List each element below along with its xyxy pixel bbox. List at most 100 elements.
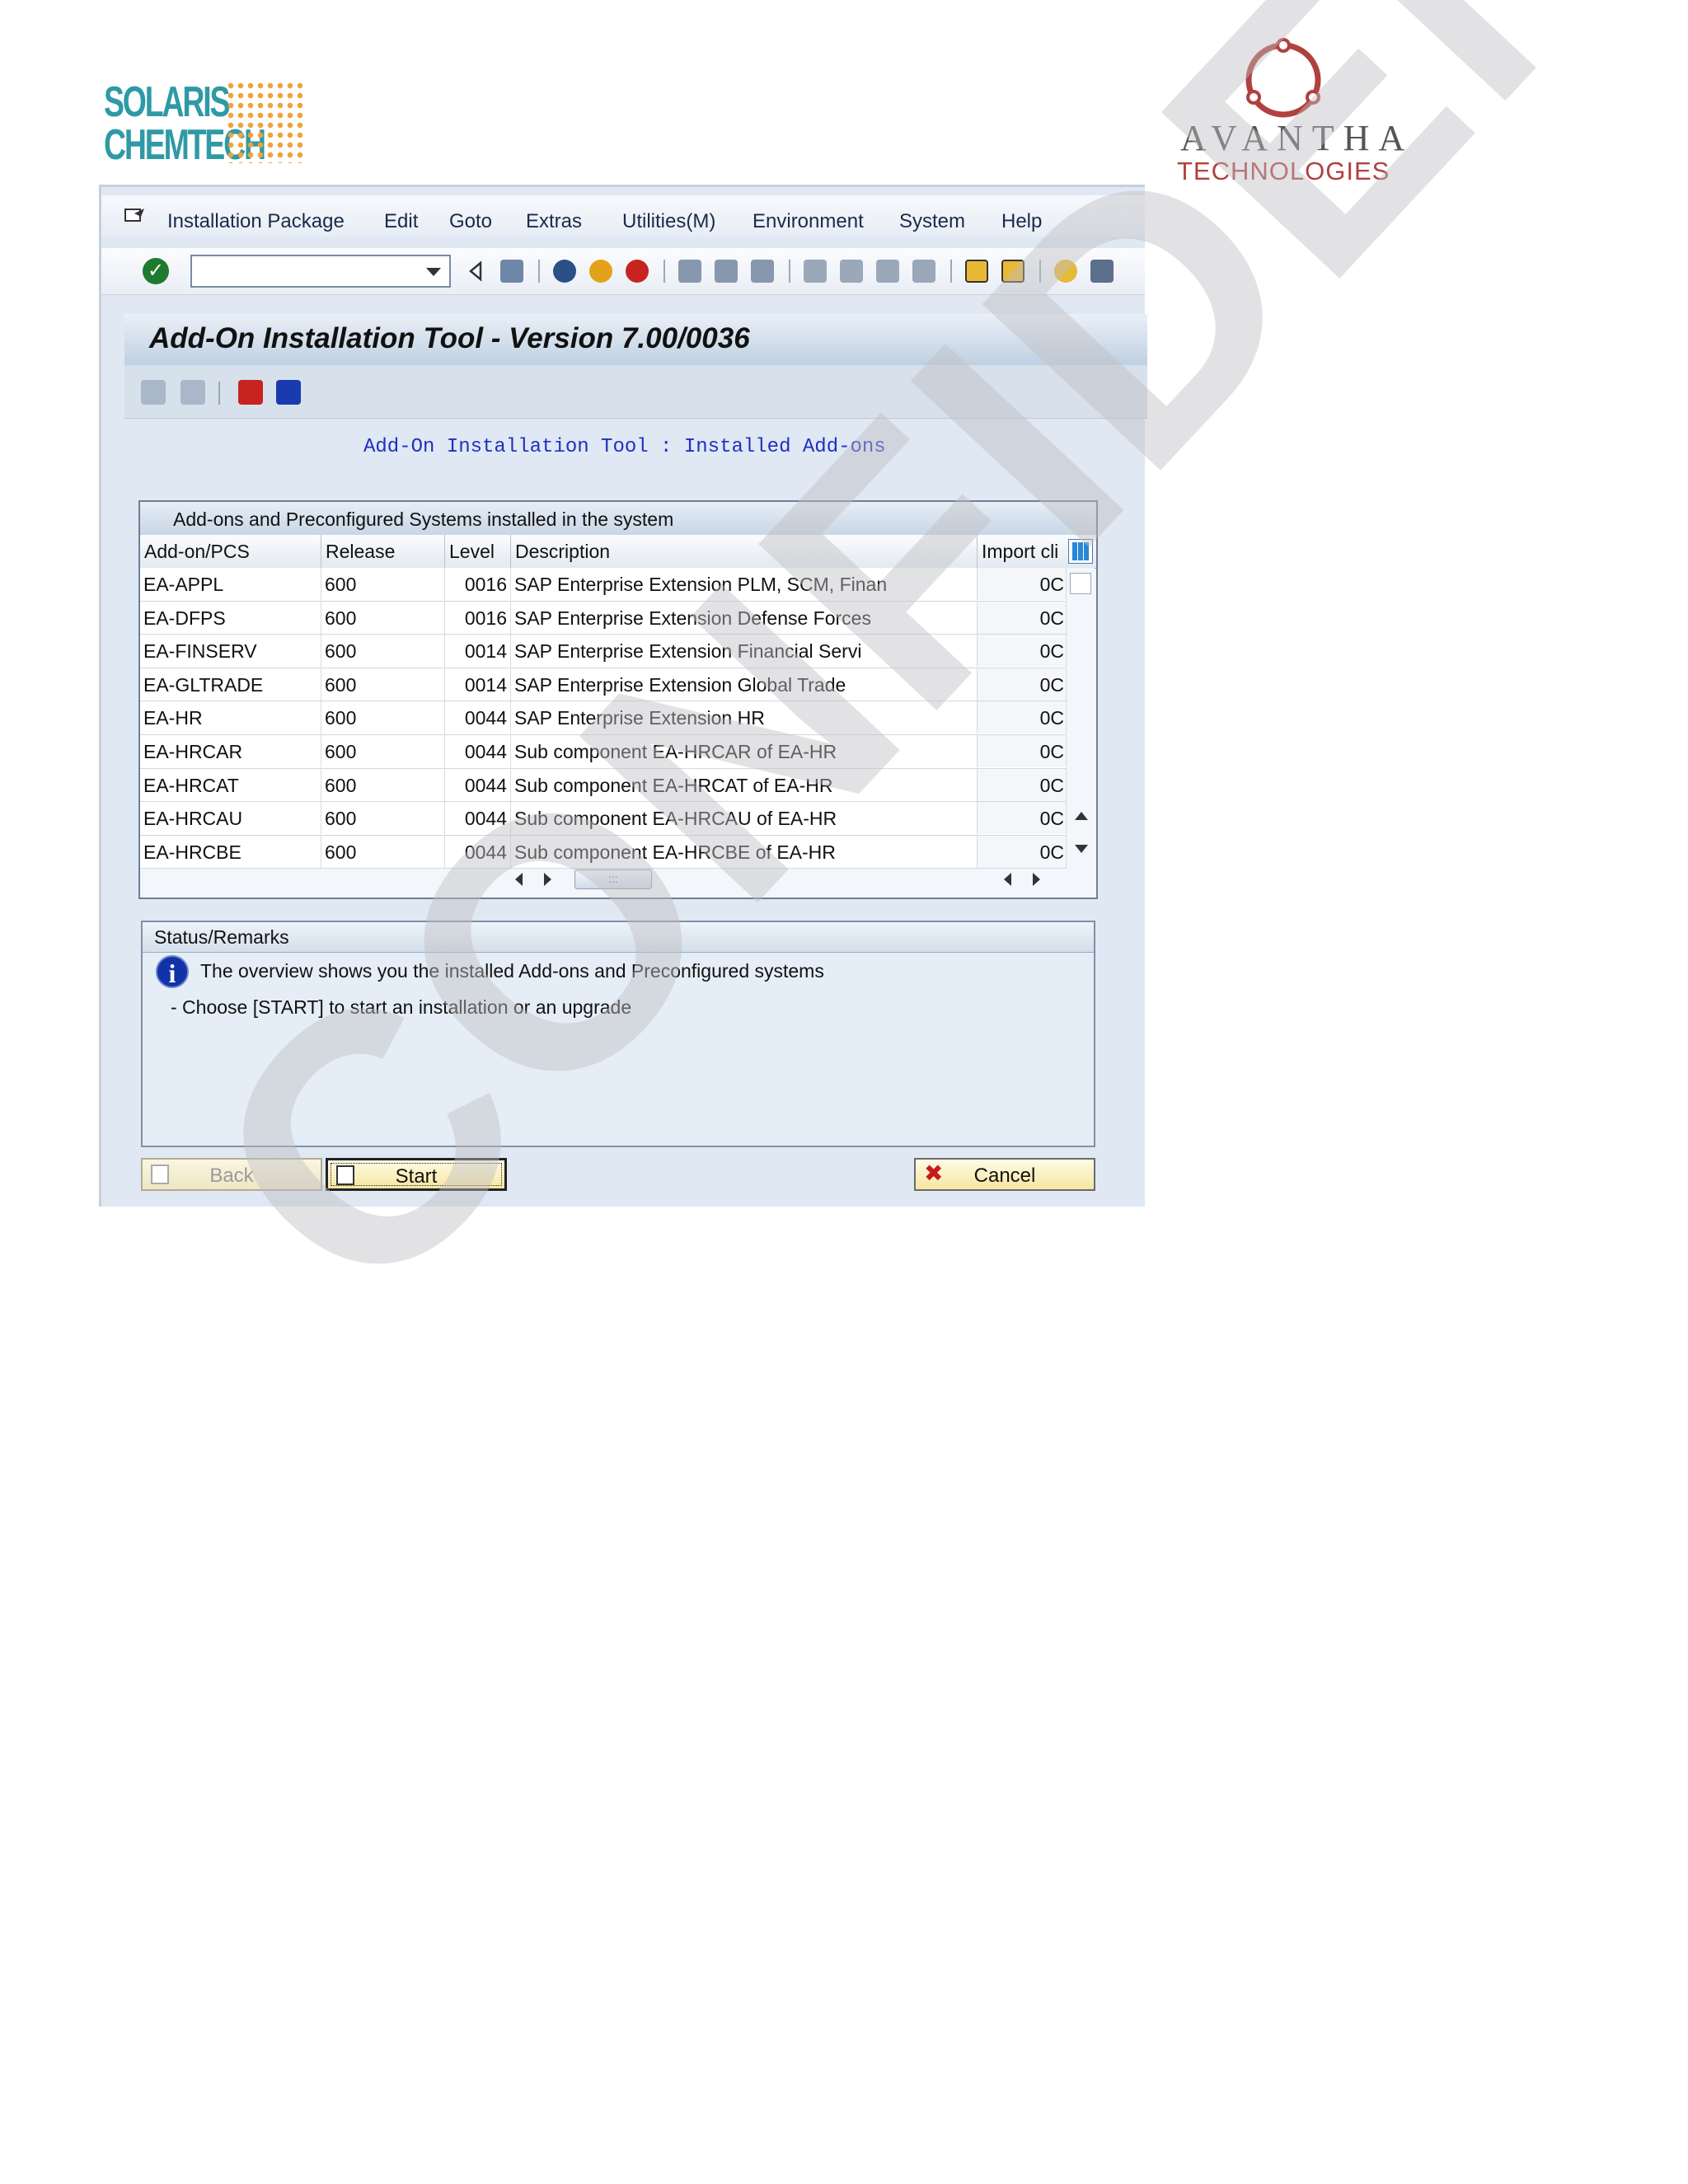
cell-import-client[interactable]: 0C <box>978 635 1067 668</box>
cancel-icon[interactable] <box>626 260 649 283</box>
first-page-icon[interactable] <box>804 260 827 283</box>
cell-level[interactable]: 0044 <box>445 802 511 835</box>
print-icon[interactable] <box>678 260 701 283</box>
select-all-checkbox[interactable] <box>1070 573 1091 594</box>
table-row[interactable]: EA-HRCAT 600 0044 Sub component EA-HRCAT of… <box>140 768 1067 803</box>
cell-release[interactable]: 600 <box>321 835 445 868</box>
table-row[interactable]: EA-APPL 600 0016 SAP Enterprise Extension P… <box>140 568 1067 602</box>
table-row[interactable]: EA-HR 600 0044 SAP Enterprise Extension HR 0… <box>140 701 1067 735</box>
cell-description[interactable]: SAP Enterprise Extension PLM, SCM, Finan <box>511 568 978 600</box>
cell-import-client[interactable]: 0C <box>978 835 1067 868</box>
cell-level[interactable]: 0014 <box>445 668 511 701</box>
cell-import-client[interactable]: 0C <box>978 601 1067 634</box>
cell-release[interactable]: 600 <box>321 701 445 734</box>
chevron-down-icon[interactable] <box>426 268 441 276</box>
previous-page-icon[interactable] <box>840 260 863 283</box>
cell-import-client[interactable]: 0C <box>978 701 1067 734</box>
shortcut-icon[interactable] <box>1001 260 1025 283</box>
menu-goto[interactable]: Goto <box>449 210 492 233</box>
exit-icon[interactable] <box>589 260 612 283</box>
find-icon[interactable] <box>715 260 738 283</box>
cell-import-client[interactable]: 0C <box>978 802 1067 835</box>
menu-system[interactable]: System <box>899 210 965 233</box>
menu-environment[interactable]: Environment <box>753 210 864 233</box>
cell-level[interactable]: 0044 <box>445 768 511 801</box>
cell-release[interactable]: 600 <box>321 668 445 701</box>
horizontal-scrollbar[interactable]: ::: <box>140 865 1096 894</box>
back-triangle-icon[interactable] <box>464 260 487 283</box>
cell-addon[interactable]: EA-DFPS <box>140 601 321 634</box>
menu-installation-package[interactable]: Installation Package <box>167 210 345 233</box>
column-header-addon[interactable]: Add-on/PCS <box>140 535 321 568</box>
cell-import-client[interactable]: 0C <box>978 734 1067 767</box>
column-header-import-client[interactable]: Import cli <box>978 535 1068 568</box>
last-page-icon[interactable] <box>912 260 935 283</box>
zoom-icon[interactable] <box>141 380 166 405</box>
cell-addon[interactable]: EA-FINSERV <box>140 635 321 668</box>
scroll-left-icon[interactable] <box>1004 873 1011 886</box>
back-icon[interactable] <box>553 260 576 283</box>
cell-description[interactable]: SAP Enterprise Extension Defense Forces <box>511 601 978 634</box>
cell-addon[interactable]: EA-HRCBE <box>140 835 321 868</box>
cell-addon[interactable]: EA-HRCAR <box>140 734 321 767</box>
help-icon[interactable] <box>1054 260 1077 283</box>
cell-description[interactable]: Sub component EA-HRCAU of EA-HR <box>511 802 978 835</box>
cell-level[interactable]: 0014 <box>445 635 511 668</box>
layout-menu-icon[interactable] <box>1090 260 1114 283</box>
scroll-down-icon[interactable] <box>1075 845 1088 853</box>
table-row[interactable]: EA-DFPS 600 0016 SAP Enterprise Extension D… <box>140 601 1067 635</box>
cell-description[interactable]: Sub component EA-HRCAT of EA-HR <box>511 768 978 801</box>
cell-import-client[interactable]: 0C <box>978 668 1067 701</box>
cell-description[interactable]: SAP Enterprise Extension Global Trade <box>511 668 978 701</box>
table-row[interactable]: EA-GLTRADE 600 0014 SAP Enterprise Extensio… <box>140 668 1067 702</box>
scroll-right-icon[interactable] <box>544 873 551 886</box>
cell-release[interactable]: 600 <box>321 734 445 767</box>
column-header-level[interactable]: Level <box>445 535 511 568</box>
save-icon[interactable] <box>500 260 523 283</box>
cell-release[interactable]: 600 <box>321 635 445 668</box>
table-row[interactable]: EA-FINSERV 600 0014 SAP Enterprise Extensio… <box>140 635 1067 668</box>
scroll-left-icon[interactable] <box>515 873 523 886</box>
scroll-thumb[interactable]: ::: <box>574 869 652 889</box>
cell-description[interactable]: SAP Enterprise Extension Financial Servi <box>511 635 978 668</box>
next-page-icon[interactable] <box>876 260 899 283</box>
menu-utilities[interactable]: Utilities(M) <box>622 210 715 233</box>
find-next-icon[interactable] <box>751 260 774 283</box>
cell-addon[interactable]: EA-HR <box>140 701 321 734</box>
back-button[interactable]: Back <box>141 1158 322 1191</box>
menu-extras[interactable]: Extras <box>526 210 582 233</box>
cell-import-client[interactable]: 0C <box>978 768 1067 801</box>
cell-level[interactable]: 0044 <box>445 835 511 868</box>
cell-addon[interactable]: EA-HRCAT <box>140 768 321 801</box>
command-field[interactable] <box>190 255 451 288</box>
table-row[interactable]: EA-HRCAU 600 0044 Sub component EA-HRCAU of… <box>140 802 1067 836</box>
cell-description[interactable]: SAP Enterprise Extension HR <box>511 701 978 734</box>
column-config-icon[interactable] <box>1068 539 1093 564</box>
vertical-scrollbar[interactable] <box>1067 568 1095 861</box>
cell-release[interactable]: 600 <box>321 802 445 835</box>
cell-level[interactable]: 0044 <box>445 701 511 734</box>
cancel-button[interactable]: ✖ Cancel <box>914 1158 1095 1191</box>
cell-level[interactable]: 0016 <box>445 601 511 634</box>
cell-addon[interactable]: EA-HRCAU <box>140 802 321 835</box>
help-info-icon[interactable] <box>238 380 263 405</box>
column-header-description[interactable]: Description <box>511 535 978 568</box>
cell-addon[interactable]: EA-GLTRADE <box>140 668 321 701</box>
information-icon[interactable] <box>276 380 301 405</box>
menu-edit[interactable]: Edit <box>384 210 418 233</box>
column-header-release[interactable]: Release <box>321 535 445 568</box>
cell-addon[interactable]: EA-APPL <box>140 568 321 600</box>
table-row[interactable]: EA-HRCAR 600 0044 Sub component EA-HRCAR of… <box>140 734 1067 769</box>
log-icon[interactable] <box>181 380 205 405</box>
menu-screen-icon[interactable] <box>124 207 146 223</box>
cell-description[interactable]: Sub component EA-HRCBE of EA-HR <box>511 835 978 868</box>
cell-description[interactable]: Sub component EA-HRCAR of EA-HR <box>511 734 978 767</box>
cell-level[interactable]: 0016 <box>445 568 511 600</box>
scroll-up-icon[interactable] <box>1075 812 1088 820</box>
cell-import-client[interactable]: 0C <box>978 568 1067 600</box>
menu-help[interactable]: Help <box>1001 210 1042 233</box>
cell-release[interactable]: 600 <box>321 568 445 600</box>
cell-level[interactable]: 0044 <box>445 734 511 767</box>
scroll-right-icon[interactable] <box>1033 873 1040 886</box>
enter-check-icon[interactable]: ✓ <box>143 258 169 284</box>
